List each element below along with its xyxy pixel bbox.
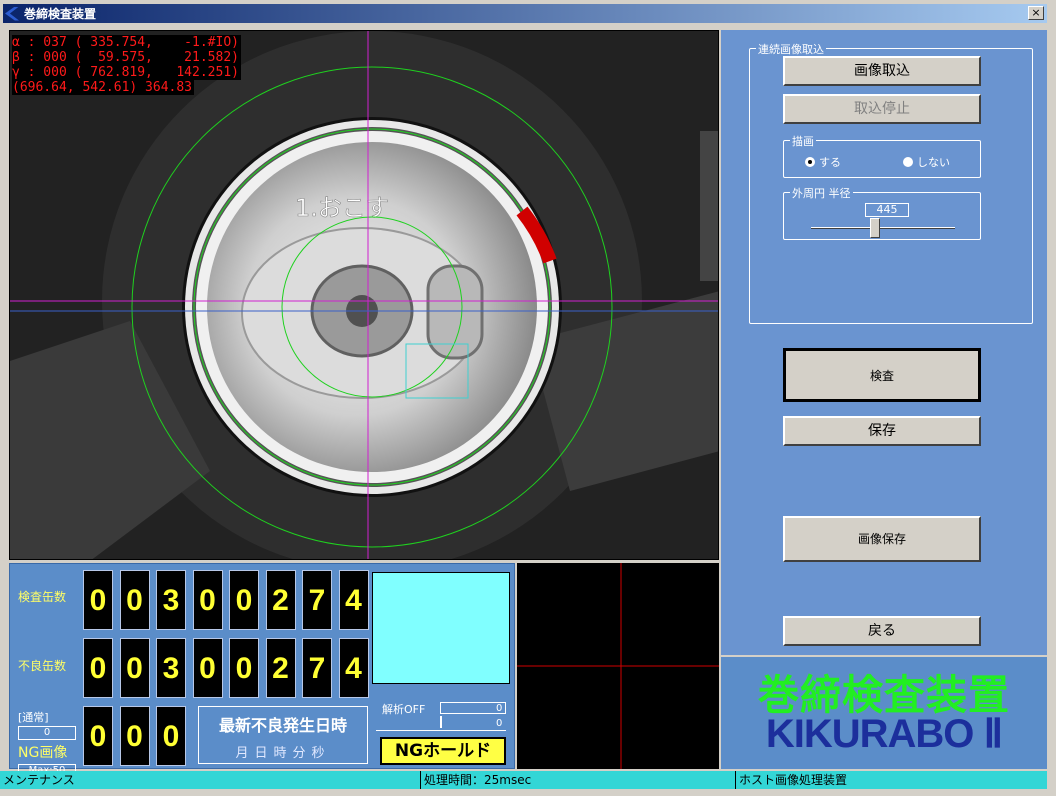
radius-slider-thumb[interactable] — [869, 218, 880, 238]
secondary-crosshair — [517, 563, 719, 769]
gamma-readout: γ : 000 ( 762.819, 142.251) — [12, 65, 241, 80]
digit-cell: 0 — [83, 706, 113, 766]
analysis-value-2: 0 — [496, 718, 503, 729]
radius-slider-track[interactable] — [811, 227, 955, 229]
digit-cell: 0 — [229, 570, 259, 630]
capture-button[interactable]: 画像取込 — [783, 56, 981, 86]
continuous-capture-group-title: 連続画像取込 — [756, 41, 826, 57]
back-button[interactable]: 戻る — [783, 616, 981, 646]
alpha-readout: α : 037 ( 335.754, -1.#IO) — [12, 35, 241, 50]
close-button[interactable]: × — [1028, 6, 1044, 20]
mode-value: 0 — [18, 726, 76, 740]
control-panel: 連続画像取込 画像取込 取込停止 描画 する しない 外周円 半径 445 検査… — [721, 30, 1047, 655]
radio-unselected-icon — [903, 157, 913, 167]
ng-image-counter: [通常] 0 NG画像 Max:50 — [18, 709, 76, 778]
digit-cell: 0 — [83, 638, 113, 698]
counter-panel: 検査缶数 00300274 不良缶数 00300274 [通常] 0 NG画像 … — [9, 563, 515, 778]
can-lid-text: 1.おこす — [295, 194, 389, 222]
status-processing-time: 処理時間：25msec — [421, 771, 736, 789]
secondary-camera-view[interactable] — [517, 563, 719, 769]
draw-group-title: 描画 — [790, 133, 816, 149]
digit-cell: 2 — [265, 570, 296, 630]
digit-cell: 0 — [192, 570, 223, 630]
digit-cell: 0 — [83, 570, 113, 630]
analysis-value-1: 0 — [496, 703, 503, 714]
camera-image: 1.おこす — [10, 31, 718, 559]
latest-defect-title: 最新不良発生日時 — [218, 716, 347, 735]
draw-on-radio[interactable]: する — [805, 154, 841, 170]
window-title: 巻締検査装置 — [24, 7, 97, 21]
digit-cell: 3 — [156, 638, 186, 698]
digit-cell: 4 — [338, 638, 369, 698]
ng-preview-box[interactable] — [372, 572, 510, 684]
ng-image-label: NG画像 — [18, 745, 68, 761]
analysis-tick — [440, 716, 442, 728]
camera-view[interactable]: 1.おこす α : 037 ( 335.754, -1.#IO) β : 000… — [9, 30, 719, 560]
digit-cell: 0 — [119, 706, 150, 766]
ng-hold-button[interactable]: NGホールド — [380, 737, 506, 765]
draw-off-label: しない — [917, 156, 950, 169]
main-window: 巻締検査装置 × 1.おこす α: 037 (335.754, -1.#IO… — [0, 0, 1056, 796]
draw-off-radio[interactable]: しない — [903, 154, 950, 170]
status-bar: メンテナンス 処理時間：25msec ホスト画像処理装置 — [0, 771, 1047, 789]
digit-cell: 0 — [156, 706, 186, 766]
image-save-button[interactable]: 画像保存 — [783, 516, 981, 562]
digit-cell: 0 — [192, 638, 223, 698]
inspect-button[interactable]: 検査 — [783, 348, 981, 402]
inspected-count-label: 検査缶数 — [18, 590, 67, 604]
defect-count-label: 不良缶数 — [18, 659, 67, 673]
digit-cell: 2 — [265, 638, 296, 698]
radius-value: 445 — [865, 203, 909, 217]
beta-readout: β : 000 ( 59.575, 21.582) — [12, 50, 241, 65]
analysis-label: 解析OFF — [382, 703, 426, 716]
latest-defect-box: 最新不良発生日時 月日時分秒 — [198, 706, 368, 764]
digit-cell: 7 — [302, 638, 332, 698]
digit-cell: 0 — [119, 638, 150, 698]
product-logo: 巻締検査装置 KIKURABO Ⅱ — [721, 657, 1047, 769]
save-button[interactable]: 保存 — [783, 416, 981, 446]
app-icon — [5, 6, 19, 21]
draw-on-label: する — [819, 156, 841, 169]
logo-brand: KIKURABO Ⅱ — [765, 712, 1003, 756]
latest-defect-units: 月日時分秒 — [235, 746, 331, 761]
digit-cell: 0 — [119, 570, 150, 630]
mode-label: [通常] — [18, 711, 49, 724]
stop-capture-button[interactable]: 取込停止 — [783, 94, 981, 124]
digit-cell: 0 — [229, 638, 259, 698]
status-mode: メンテナンス — [0, 771, 421, 789]
coords-readout: (696.64, 542.61) 364.83 — [12, 80, 195, 95]
digit-cell: 7 — [302, 570, 332, 630]
title-bar: 巻締検査装置 × — [3, 4, 1047, 23]
measurement-readout: α : 037 ( 335.754, -1.#IO) β : 000 ( 59.… — [12, 35, 241, 95]
digit-cell: 4 — [338, 570, 369, 630]
digit-cell: 3 — [156, 570, 186, 630]
status-host: ホスト画像処理装置 — [739, 773, 848, 787]
radius-group-title: 外周円 半径 — [790, 185, 853, 201]
radio-selected-icon — [805, 157, 815, 167]
